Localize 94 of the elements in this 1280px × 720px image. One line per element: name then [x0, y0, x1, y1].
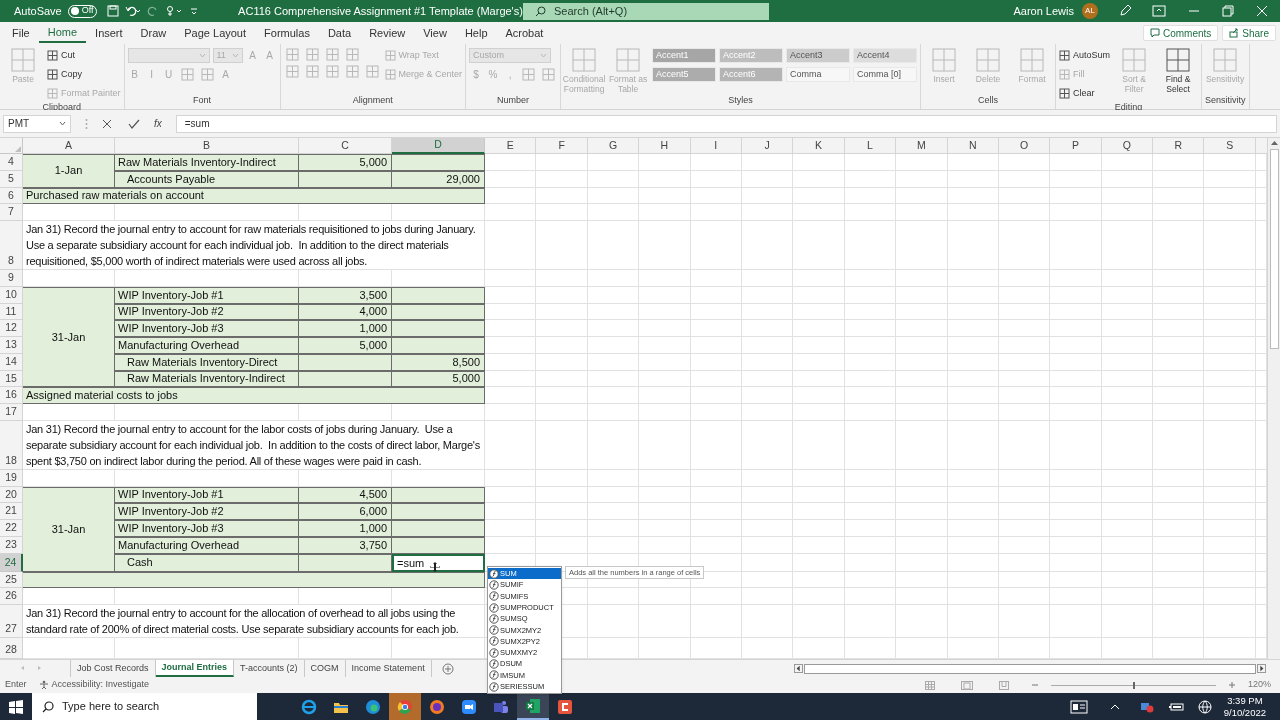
cell[interactable]: 6,000 — [299, 503, 392, 520]
cell[interactable]: Manufacturing Overhead — [115, 337, 299, 354]
ribbon-tab[interactable]: Draw — [131, 23, 176, 43]
cell[interactable]: Jan 31) Record the journal entry to account for the labor costs of jobs during January. Use a separate subsidiary account for each individual job. In addition to the costs of direct labor, Marge's spent $3,750 on indirect labor during the period. All of these wages were paid in cash. — [23, 420, 485, 470]
ribbon-button[interactable]: Clear — [1059, 86, 1095, 101]
group-label: Styles — [727, 94, 754, 107]
group-label: Alignment — [351, 93, 394, 107]
group-label: Sensitivity — [1205, 93, 1246, 107]
ribbon-action[interactable]: Comments — [1142, 25, 1219, 41]
cell-style[interactable]: Accent4 — [853, 48, 918, 63]
cell[interactable]: WIP Inventory-Job #2 — [115, 503, 299, 520]
cell[interactable]: 1-Jan — [23, 154, 115, 188]
group-label: Number — [496, 93, 531, 107]
ribbon-tab[interactable]: View — [414, 23, 456, 43]
ribbon-tab[interactable]: Formulas — [255, 23, 319, 43]
clock-date[interactable]: 9/10/2022 — [1223, 706, 1266, 719]
ribbon-tab[interactable]: Acrobat — [496, 23, 553, 43]
ribbon-tab[interactable]: Insert — [86, 23, 132, 43]
row-header[interactable]: 7 — [0, 204, 23, 221]
accessibility-button[interactable]: Accessibility: Investigate — [38, 678, 150, 692]
autosave-label: AutoSave — [14, 3, 62, 19]
row-header[interactable]: 21 — [0, 503, 23, 520]
column-header[interactable]: Q — [1101, 138, 1154, 154]
cell[interactable]: Jan 31) Record the journal entry to account for the allocation of overhead to all jobs using the standard rate of 200% of direct material costs. Use separate subsidiary accounts for each job. — [23, 605, 485, 638]
taskbar-search[interactable]: Type here to search — [32, 693, 257, 720]
column-header[interactable]: A — [23, 138, 115, 154]
ribbon-tab[interactable]: File — [3, 23, 39, 43]
group-label: Font — [192, 93, 213, 107]
status-mode: Enter — [5, 678, 27, 692]
column-header[interactable]: F — [536, 138, 588, 154]
sheet-tab[interactable]: Journal Entries — [155, 660, 235, 677]
formula-field[interactable]: =sum — [175, 114, 1277, 133]
cell[interactable]: 1,000 — [299, 520, 392, 537]
row-header[interactable]: 18 — [0, 420, 23, 470]
cell[interactable]: Assigned material costs to jobs — [23, 387, 485, 404]
cell-style[interactable]: Comma [0] — [853, 67, 918, 82]
column-header[interactable]: O — [998, 138, 1051, 154]
cell[interactable]: WIP Inventory-Job #3 — [115, 520, 299, 537]
row-header[interactable]: 4 — [0, 154, 23, 171]
ribbon-tab[interactable]: Review — [360, 23, 415, 43]
column-header[interactable]: M — [896, 138, 948, 154]
cell[interactable]: 31-Jan — [23, 486, 115, 572]
column-header[interactable]: P — [1050, 138, 1102, 154]
row-header[interactable]: 22 — [0, 520, 23, 537]
cell[interactable]: 1,000 — [299, 320, 392, 337]
column-header[interactable]: D — [392, 138, 485, 154]
ribbon-button[interactable]: AutoSum — [1059, 48, 1111, 63]
zoom-level: 120% — [1247, 678, 1271, 692]
row-header[interactable]: 17 — [0, 404, 23, 421]
column-header[interactable]: I — [690, 138, 742, 154]
insert-function-button[interactable]: fx — [154, 116, 162, 131]
column-header[interactable]: R — [1153, 138, 1205, 154]
column-header[interactable]: N — [947, 138, 999, 154]
cell[interactable]: 5,000 — [299, 337, 392, 354]
cell[interactable]: WIP Inventory-Job #3 — [115, 320, 299, 337]
column-header[interactable]: K — [793, 138, 845, 154]
ribbon-action[interactable]: Share — [1222, 25, 1276, 41]
document-title: AC116 Comprehensive Assignment #1 Template (Marge's) — [238, 3, 523, 19]
ribbon-button[interactable]: Cut — [47, 48, 75, 63]
cell[interactable]: 31-Jan — [23, 286, 115, 388]
row-header[interactable]: 8 — [0, 221, 23, 270]
cell-style[interactable]: Comma — [786, 67, 851, 82]
row-header[interactable]: 27 — [0, 605, 23, 638]
search-field[interactable]: Search (Alt+Q) — [523, 2, 769, 20]
ribbon-tab[interactable]: Page Layout — [175, 23, 256, 43]
row-header[interactable]: 26 — [0, 588, 23, 605]
group-label: Editing — [1113, 101, 1144, 114]
cell[interactable]: 5,000 — [299, 154, 392, 171]
row-header[interactable]: 13 — [0, 337, 23, 354]
column-header[interactable]: L — [844, 138, 897, 154]
cell[interactable]: Raw Materials Inventory-Indirect — [115, 154, 299, 171]
column-header[interactable]: G — [587, 138, 640, 154]
column-header[interactable]: E — [485, 138, 537, 154]
column-header[interactable]: S — [1204, 138, 1256, 154]
row-header[interactable]: 9 — [0, 270, 23, 287]
row-header[interactable]: 12 — [0, 320, 23, 337]
ribbon-tab[interactable]: Data — [318, 23, 361, 43]
cell-style[interactable]: Accent3 — [786, 48, 851, 63]
ribbon-button[interactable]: Copy — [47, 67, 82, 82]
column-header[interactable]: H — [639, 138, 691, 154]
group-label: Cells — [977, 93, 1000, 107]
user-name: Aaron Lewis — [1013, 3, 1074, 19]
column-header[interactable]: J — [741, 138, 794, 154]
name-box[interactable]: PMT — [3, 114, 71, 133]
clock-time[interactable]: 3:39 PM — [1227, 694, 1263, 707]
cell[interactable]: Jan 31) Record the journal entry to account for raw materials requisitioned to jobs during January. Use a separate subsidiary account for each individual job. In addition to the direct materials requisitioned, $5,000 worth of indirect materials were used across all jobs. — [23, 221, 485, 270]
row-header[interactable]: 28 — [0, 638, 23, 659]
column-header[interactable]: C — [299, 138, 392, 154]
row-header[interactable]: 16 — [0, 387, 23, 404]
ribbon-tab[interactable]: Help — [455, 23, 497, 43]
user-avatar[interactable]: AL — [1082, 3, 1098, 19]
group-label: Clipboard — [41, 101, 83, 114]
ribbon-button[interactable]: Find & Select — [1158, 48, 1199, 94]
column-header[interactable]: B — [115, 138, 299, 154]
